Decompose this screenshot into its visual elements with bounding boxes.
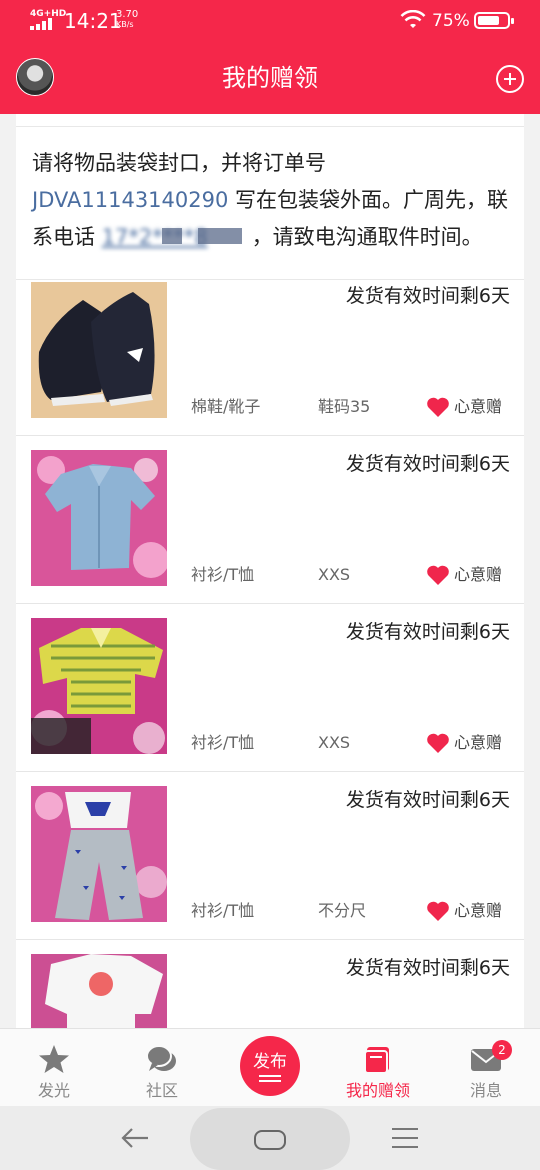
list-item[interactable]: 发货有效时间剩6天棉鞋/靴子 鞋码35 心意赠: [16, 268, 524, 436]
item-category: 棉鞋/靴子: [191, 397, 261, 416]
home-pill-icon: [254, 1130, 286, 1150]
item-photo[interactable]: [31, 954, 167, 1028]
tab-label: 消息: [469, 1081, 502, 1100]
system-nav-bar: [0, 1106, 540, 1170]
add-button[interactable]: [496, 65, 524, 93]
phone-number[interactable]: 17*2****8: [102, 219, 252, 256]
item-category: 衬衫/T恤: [191, 901, 255, 920]
message-badge: 2: [492, 1040, 512, 1060]
order-number[interactable]: JDVA11143140290: [32, 188, 228, 212]
item-size: 鞋码35: [318, 397, 371, 416]
tab-my-gifts[interactable]: 我的赠领: [324, 1029, 432, 1107]
list-item[interactable]: 发货有效时间剩6天衬衫/T恤 不分尺 心意赠: [16, 772, 524, 940]
item-category: 衬衫/T恤: [191, 733, 255, 752]
publish-button[interactable]: 发布: [240, 1036, 300, 1096]
list-item[interactable]: 发货有效时间剩6天衬衫/T恤 XXS 心意赠: [16, 436, 524, 604]
shipping-notice: 请将物品装袋封口，并将订单号 JDVA11143140290 写在包装袋外面。广…: [16, 126, 524, 280]
item-size: XXS: [318, 565, 351, 584]
battery-icon: [474, 12, 514, 29]
clock: 14:21: [64, 9, 122, 33]
heart-icon: [426, 564, 450, 586]
heart-icon: [426, 732, 450, 754]
tab-label: 我的赠领: [345, 1081, 410, 1100]
gift-type-tag: 心意赠: [454, 397, 503, 416]
item-category: 衬衫/T恤: [191, 565, 255, 584]
tab-label: 发光: [37, 1081, 70, 1100]
shipping-deadline: 发货有效时间剩6天: [345, 789, 510, 811]
notice-text: ，请致电沟通取件时间。: [251, 225, 483, 249]
chat-bubbles-icon: [146, 1045, 176, 1071]
item-photo[interactable]: [31, 618, 167, 754]
shipping-deadline: 发货有效时间剩6天: [345, 285, 510, 307]
speed-value: 3.70: [116, 9, 139, 20]
home-button[interactable]: [190, 1108, 350, 1170]
menu-icon[interactable]: [392, 1128, 418, 1148]
battery-level: [478, 16, 499, 25]
star-icon: [39, 1045, 69, 1073]
heart-icon: [426, 396, 450, 418]
tab-community[interactable]: 社区: [108, 1029, 216, 1107]
back-arrow-icon[interactable]: [120, 1126, 150, 1150]
signal-icon: [30, 18, 56, 30]
publish-label: 发布: [253, 1052, 287, 1072]
tab-label: 社区: [145, 1081, 178, 1100]
gift-list[interactable]: 请将物品装袋封口，并将订单号 JDVA11143140290 写在包装袋外面。广…: [16, 114, 524, 1028]
wifi-icon: [400, 10, 426, 28]
item-photo[interactable]: [31, 786, 167, 922]
list-item[interactable]: 发货有效时间剩6天衬衫/T恤 XXS 心意赠: [16, 604, 524, 772]
battery-percent: 75%: [432, 11, 470, 31]
item-size: XXS: [318, 733, 351, 752]
page-title: 我的赠领: [222, 64, 318, 92]
shipping-deadline: 发货有效时间剩6天: [345, 957, 510, 979]
notice-text: 请将物品装袋封口，并将订单号: [32, 151, 326, 175]
tab-messages[interactable]: 消息: [432, 1029, 540, 1107]
speed-unit: KB/s: [116, 20, 134, 29]
tab-faguang[interactable]: 发光: [0, 1029, 108, 1107]
status-bar: 4G+HD 14:21 3.70 KB/s 75%: [0, 0, 540, 42]
heart-icon: [426, 900, 450, 922]
shipping-deadline: 发货有效时间剩6天: [345, 621, 510, 643]
phone-text: 17*2****8: [101, 225, 208, 249]
app-header: 4G+HD 14:21 3.70 KB/s 75% 我的赠领: [0, 0, 540, 114]
network-speed: 3.70 KB/s: [116, 10, 138, 30]
gift-book-icon: [364, 1047, 389, 1074]
gift-type-tag: 心意赠: [454, 733, 503, 752]
shipping-deadline: 发货有效时间剩6天: [345, 453, 510, 475]
item-photo[interactable]: [31, 450, 167, 586]
item-photo[interactable]: [31, 282, 167, 418]
gift-type-tag: 心意赠: [454, 565, 503, 584]
item-size: 不分尺: [318, 901, 367, 920]
gift-type-tag: 心意赠: [454, 901, 503, 920]
list-item[interactable]: 发货有效时间剩6天: [16, 940, 524, 1028]
